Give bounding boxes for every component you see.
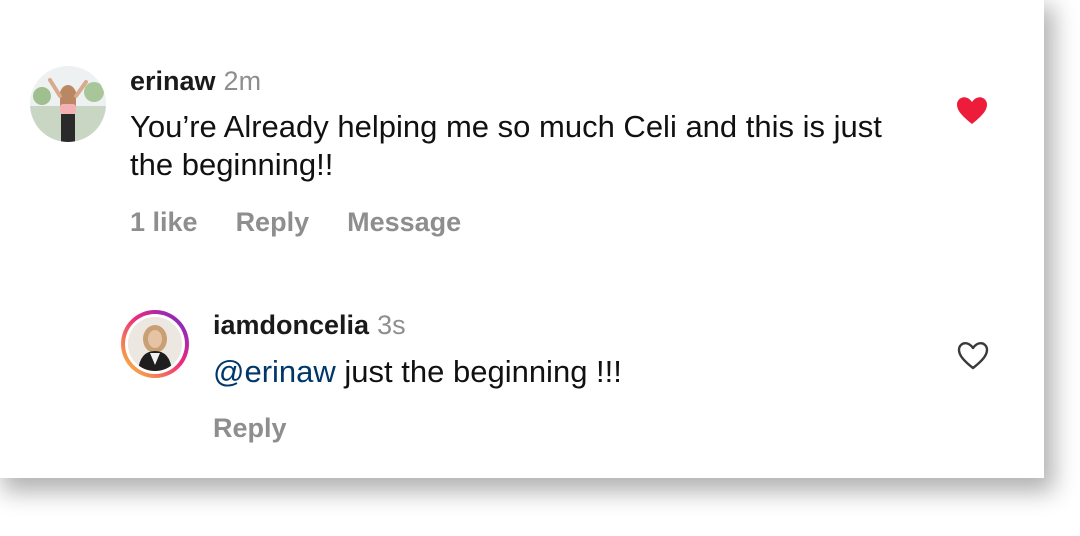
reply-username[interactable]: iamdoncelia (213, 310, 369, 340)
reply-button[interactable]: Reply (213, 413, 287, 443)
like-button[interactable] (956, 96, 988, 130)
reply-button[interactable]: Reply (236, 207, 310, 237)
heart-outline-icon (957, 342, 989, 370)
user-photo-icon (30, 66, 106, 142)
like-button[interactable] (957, 341, 989, 375)
avatar[interactable] (30, 66, 106, 142)
reply-body: just the beginning !!! (335, 354, 622, 389)
reply-text: @erinaw just the beginning !!! (213, 353, 913, 391)
comment-text: You’re Already helping me so much Celi a… (130, 109, 882, 182)
comment-card: erinaw 2m You’re Already helping me so mu… (0, 0, 1044, 478)
comment-header: erinaw 2m (130, 66, 261, 97)
avatar-story-ring[interactable] (121, 310, 189, 378)
reply-actions: Reply (213, 413, 325, 444)
reply-header: iamdoncelia 3s (213, 310, 406, 341)
heart-filled-icon (957, 97, 987, 124)
reply-time: 3s (377, 310, 406, 340)
comment-actions: 1 like Reply Message (130, 207, 499, 238)
message-button[interactable]: Message (347, 207, 461, 237)
comment-time: 2m (223, 66, 262, 96)
user-photo-icon (128, 317, 182, 371)
comment-username[interactable]: erinaw (130, 66, 216, 96)
avatar (128, 317, 182, 371)
mention-link[interactable]: @erinaw (213, 354, 336, 389)
avatar-ring-gap (125, 314, 185, 374)
like-count[interactable]: 1 like (130, 207, 198, 237)
